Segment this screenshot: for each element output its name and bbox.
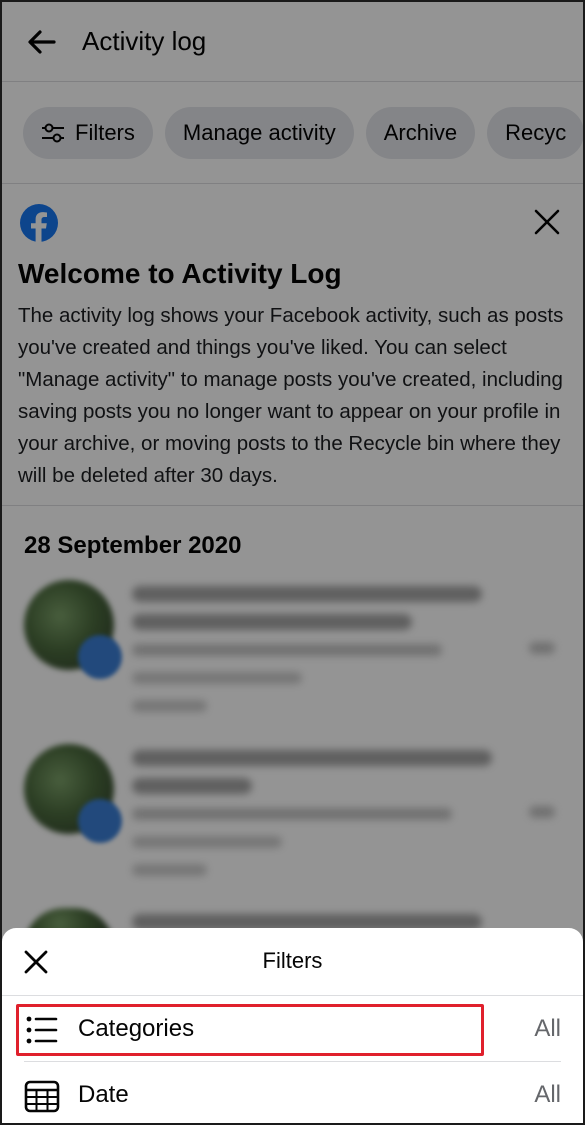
date-label: Date xyxy=(78,1081,129,1108)
sheet-title: Filters xyxy=(262,948,323,973)
app-frame: Activity log Filters Manage activity Arc… xyxy=(0,0,585,1125)
divider xyxy=(24,1061,561,1062)
sheet-header: Filters xyxy=(2,928,583,996)
calendar-icon xyxy=(24,1078,60,1114)
highlight-annotation xyxy=(16,1004,484,1056)
date-filter-row[interactable]: Date All xyxy=(2,1064,583,1123)
date-value: All xyxy=(534,1081,561,1108)
categories-value: All xyxy=(534,1015,561,1042)
